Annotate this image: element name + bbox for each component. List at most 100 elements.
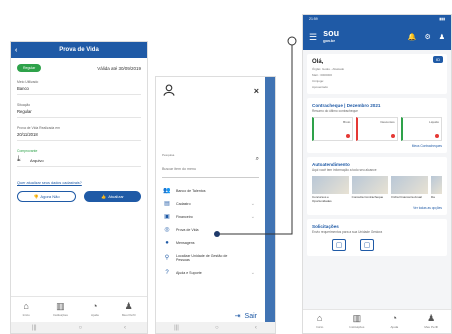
menu-label: Localizar Unidade de Gestão de Pessoas	[176, 253, 228, 262]
thumb-up-icon: 👍	[101, 194, 107, 199]
status-dot	[390, 134, 395, 138]
logo-top: sou	[323, 28, 340, 38]
tile-label: Líquido	[429, 120, 439, 124]
nav-perfil[interactable]: ♟ Meu Perfil	[424, 314, 438, 330]
chevron-down-icon: ⌄	[250, 269, 255, 276]
back-icon[interactable]: ‹	[255, 325, 257, 331]
service-image	[351, 176, 389, 194]
service-caption: Consulta Contracheque	[351, 195, 384, 199]
prova-de-vida-screen: ‹ Prova de Vida Regular Válida até 30/09…	[10, 41, 148, 334]
nav-ajuda[interactable]: ◔ Ajuda	[91, 301, 99, 318]
nav-label: Início	[22, 313, 30, 317]
menu-item-localizar-unidade[interactable]: ⚲ Localizar Unidade de Gestão de Pessoas	[162, 249, 259, 266]
menu-item-mensagens[interactable]: ● Mensagens	[162, 236, 259, 249]
logo-bottom: gov.br	[323, 38, 336, 43]
id-badge[interactable]: ID	[433, 56, 443, 63]
search-input[interactable]	[162, 167, 259, 171]
nav-instituicoes[interactable]: ▥ Instituições	[52, 302, 68, 318]
settings-icon[interactable]: ⚙	[424, 33, 430, 41]
people-icon: 👥	[163, 188, 171, 194]
service-image	[431, 176, 443, 194]
money-icon: ▣	[164, 214, 170, 220]
menu-item-ajuda[interactable]: ? Ajuda e Suporte ⌄	[162, 266, 259, 279]
nav-label: Ajuda	[91, 313, 99, 317]
services-link[interactable]: Ver todas as opções	[312, 206, 442, 210]
service-card[interactable]: Ficha Financeira Anual	[391, 176, 429, 203]
close-icon[interactable]: ×	[254, 87, 259, 96]
recents-icon[interactable]: |||	[174, 325, 179, 331]
logout-label: Sair	[244, 312, 257, 320]
download-comprovante[interactable]: ⤓ Arquivo	[17, 155, 141, 163]
nav-instituicoes[interactable]: ▥ Instituições	[349, 313, 364, 330]
request-icon[interactable]: ▢	[332, 239, 346, 251]
menu-label: Financeiro	[176, 214, 193, 219]
menu-label: Ajuda e Suporte	[176, 270, 202, 275]
section-title: Contracheque | Dezembro 2021	[312, 103, 381, 108]
field-realizada-em: Prova de Vida Realizada em 20/11/2018	[17, 126, 141, 141]
contracheque-link[interactable]: Meus Contracheques	[312, 144, 442, 148]
home-circle-icon[interactable]: ○	[215, 325, 219, 331]
nav-label: Instituições	[52, 313, 68, 317]
status-bar: 21:59 ▮▮▮	[303, 15, 451, 24]
notification-icon[interactable]: 🔔	[408, 33, 417, 41]
request-icon[interactable]: ▢	[360, 239, 374, 251]
field-value: 20/11/2018	[17, 132, 38, 137]
menu-label: Banco de Talentos	[176, 188, 206, 193]
home-icon: ⌂	[23, 301, 29, 311]
service-card[interactable]: Consulta Contracheque	[351, 176, 389, 203]
field-value: Banco	[17, 86, 29, 91]
not-now-button[interactable]: 👎 Agora Não	[17, 191, 76, 202]
bottom-nav: ⌂ Início ▥ Instituições ◔ Ajuda ♟ Meu Perfil	[11, 296, 147, 322]
nav-inicio[interactable]: ⌂ Início	[22, 301, 30, 318]
info-line: Aposentado	[312, 85, 329, 89]
back-icon[interactable]: ‹	[124, 325, 126, 331]
menu-label: Cadastro	[176, 201, 191, 206]
section-subtitle: Envio requerimentos para a sua Unidade G…	[312, 230, 383, 234]
back-arrow-icon[interactable]: ‹	[15, 47, 25, 54]
user-icon: ♟	[124, 301, 133, 311]
menu-label: Prova de Vida	[176, 227, 199, 232]
nav-ajuda[interactable]: ◔ Ajuda	[390, 314, 399, 330]
logout-button[interactable]: ⇥ Sair	[235, 312, 257, 321]
tile-liquido[interactable]: Líquido	[400, 117, 442, 141]
autoatendimento-card: Autoatendimento Aqui você tem informação…	[307, 157, 447, 215]
service-card[interactable]: Concursos e Oportunidades	[312, 176, 349, 203]
building-icon: ▥	[352, 313, 362, 323]
menu-item-financeiro[interactable]: ▣ Financeiro ⌄	[162, 210, 259, 223]
search-icon[interactable]: ⌕	[256, 156, 259, 163]
menu-item-prova-de-vida[interactable]: ◎ Prova de Vida	[162, 223, 259, 236]
field-label: Situação	[17, 103, 31, 107]
greeting: Olá,	[312, 59, 324, 65]
field-value: Regular	[17, 109, 32, 114]
menu-search: Pesquisa ⌕	[162, 153, 259, 178]
button-label: Agora Não	[40, 194, 60, 199]
menu-item-cadastro[interactable]: ▤ Cadastro ⌄	[162, 197, 259, 210]
service-card[interactable]: Da	[431, 176, 443, 203]
home-screen: 21:59 ▮▮▮ ☰ sou gov.br 🔔 ⚙ ♟ Olá, Órgão:…	[302, 14, 452, 334]
page-title: Prova de Vida	[59, 47, 99, 53]
recents-icon[interactable]: |||	[32, 325, 37, 331]
update-data-question[interactable]: Quer atualizar seus dados cadastrais?	[17, 181, 141, 185]
update-button[interactable]: 👍 Atualizar	[84, 191, 141, 202]
info-line: Órgão: Goiás - Afastado	[312, 67, 345, 71]
download-icon: ⤓	[17, 154, 21, 163]
nav-perfil[interactable]: ♟ Meu Perfil	[122, 301, 136, 318]
hamburger-menu-icon[interactable]: ☰	[309, 32, 317, 43]
status-dot	[434, 134, 439, 138]
user-icon[interactable]: ♟	[439, 33, 445, 41]
service-image	[391, 176, 429, 194]
chat-icon: ◔	[92, 301, 98, 311]
tile-descontos[interactable]: Descontos	[356, 117, 398, 141]
home-circle-icon[interactable]: ○	[79, 325, 83, 331]
nav-inicio[interactable]: ⌂ Início	[316, 314, 323, 330]
tile-bruto[interactable]: Bruto	[312, 117, 354, 141]
service-caption: Ficha Financeira Anual	[391, 195, 422, 199]
showcase-stage: ‹ Prova de Vida Regular Válida até 30/09…	[0, 0, 452, 334]
menu-item-banco-talentos[interactable]: 👥 Banco de Talentos	[162, 184, 259, 197]
nav-label: Ajuda	[390, 325, 399, 329]
menu-label: Mensagens	[176, 240, 195, 245]
greeting-card: Olá, Órgão: Goiás - Afastado Matr.: 0000…	[307, 54, 447, 94]
field-comprovante: Comprovante ⤓ Arquivo	[17, 149, 141, 167]
location-icon: ⚲	[164, 255, 170, 261]
bottom-nav: ⌂ Início ▥ Instituições ◔ Ajuda ♟ Meu Perfil	[303, 309, 451, 333]
